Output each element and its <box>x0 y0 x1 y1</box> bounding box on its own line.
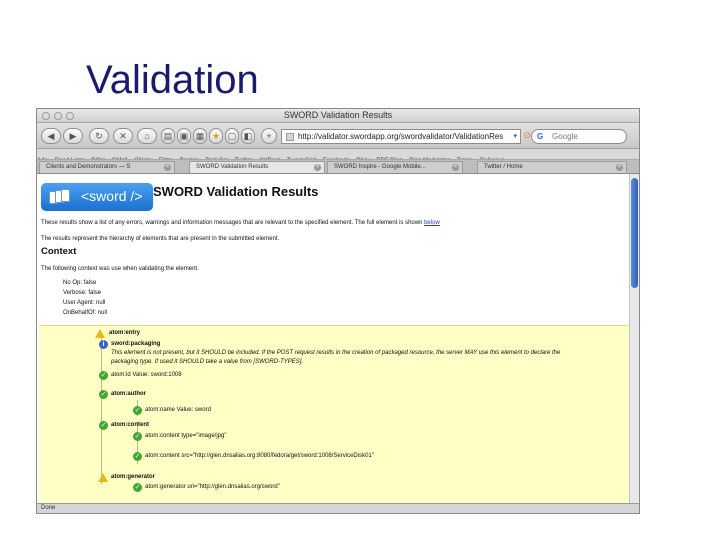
tab-validation-results[interactable]: SWORD Validation Results × <box>189 161 325 173</box>
context-item: Verbose: false <box>63 290 102 296</box>
check-icon: ✓ <box>133 406 142 415</box>
search-placeholder: Google <box>552 132 578 141</box>
close-tab-icon[interactable]: × <box>314 164 321 171</box>
page-button[interactable]: ▢ <box>225 128 239 144</box>
node-atom-author[interactable]: atom:author <box>111 391 146 397</box>
home-button[interactable]: ⌂ <box>137 128 157 144</box>
stop-button[interactable]: ✕ <box>113 128 133 144</box>
node-generator-uri[interactable]: atom:generator uri="http://glen.dnsalias… <box>145 484 280 490</box>
puzzle-icon: ◧ <box>243 131 253 141</box>
validation-results-panel: atom:entry i sword:packaging This elemen… <box>39 325 629 505</box>
grid-icon: ▦ <box>195 131 205 141</box>
slide-title: Validation <box>86 58 259 102</box>
stop-icon: ✕ <box>119 131 127 141</box>
bookmark-book-icon: ▤ <box>163 131 173 141</box>
forward-button[interactable]: ▶ <box>63 128 83 144</box>
tab-sword-inspire[interactable]: SWORD Inspire - Google Mobile... × <box>327 161 463 173</box>
bookmarks-bar: AdeRead LaterDCalGMailGNoteEbbaBostonDoK… <box>37 149 639 160</box>
reload-button[interactable]: ↻ <box>89 128 109 144</box>
navigation-toolbar: ◀ ▶ ↻ ✕ ⌂ ▤ ▣ ▦ ★ ▢ ◧ + http://validator… <box>37 123 639 149</box>
page-content: <sword /> SWORD Validation Results These… <box>37 174 631 505</box>
forward-arrow-icon: ▶ <box>69 131 77 141</box>
search-input[interactable]: G Google <box>531 129 627 144</box>
star-icon: ★ <box>211 131 221 141</box>
google-search-icon: G <box>537 132 544 141</box>
hierarchy-text: The results represent the hierarchy of e… <box>41 236 280 242</box>
page-heading: SWORD Validation Results <box>153 184 319 199</box>
url-dropdown-icon[interactable]: ▾ <box>513 130 517 143</box>
browser-window: SWORD Validation Results ◀ ▶ ↻ ✕ ⌂ ▤ ▣ ▦… <box>36 108 640 514</box>
close-tab-icon[interactable]: × <box>452 164 459 171</box>
reload-icon: ↻ <box>95 131 103 141</box>
intro-paragraph: These results show a list of any errors,… <box>41 220 440 226</box>
node-atom-entry[interactable]: atom:entry <box>109 330 140 336</box>
tab-label: SWORD Inspire - Google Mobile... <box>334 164 426 170</box>
back-button[interactable]: ◀ <box>41 128 61 144</box>
tab-label: SWORD Validation Results <box>196 164 269 170</box>
page-icon: ▢ <box>227 131 237 141</box>
tabs-grid-button[interactable]: ▦ <box>193 128 207 144</box>
warning-icon <box>95 329 105 338</box>
tab-twitter-home[interactable]: Twitter / Home × <box>477 161 627 173</box>
url-text: http://validator.swordapp.org/swordvalid… <box>298 132 504 141</box>
context-item: No Op: false <box>63 280 97 286</box>
back-arrow-icon: ◀ <box>47 131 55 141</box>
info-icon: i <box>99 340 108 349</box>
intro-text: These results show a list of any errors,… <box>41 220 423 226</box>
site-favicon-icon <box>286 133 294 141</box>
node-atom-id[interactable]: atom:id Value: sword:1008 <box>111 372 182 378</box>
node-atom-content[interactable]: atom:content <box>111 422 149 428</box>
context-heading: Context <box>41 246 77 257</box>
node-content-src[interactable]: atom:content src="http://glen.dnsalias.o… <box>145 453 374 459</box>
sword-logo: <sword /> <box>41 183 153 211</box>
packaging-message: This element is not present, but it SHOU… <box>111 350 561 356</box>
scrollbar-thumb[interactable] <box>631 178 638 288</box>
check-icon: ✓ <box>99 371 108 380</box>
node-atom-name[interactable]: atom:name Value: sword <box>145 407 211 413</box>
bookmarks-button[interactable]: ▤ <box>161 128 175 144</box>
node-content-type[interactable]: atom:content type="image/jpg" <box>145 433 226 439</box>
add-bookmark-button[interactable]: + <box>261 128 277 144</box>
node-sword-packaging[interactable]: sword:packaging <box>111 341 160 347</box>
vertical-scrollbar[interactable] <box>629 174 639 505</box>
download-icon: ▣ <box>179 131 189 141</box>
status-text: Done <box>41 505 56 511</box>
check-icon: ✓ <box>133 452 142 461</box>
context-item: OnBehalfOf: null <box>63 310 108 316</box>
check-icon: ✓ <box>99 421 108 430</box>
below-link[interactable]: below <box>424 220 440 226</box>
logo-text: <sword /> <box>81 188 143 204</box>
plus-icon: + <box>266 131 272 141</box>
warning-icon <box>98 473 108 482</box>
documents-icon <box>49 189 75 205</box>
context-intro: The following context was use when valid… <box>41 266 199 272</box>
packaging-message: packaging type. If used it SHOULD take a… <box>111 359 304 365</box>
context-item: User Agent: null <box>63 300 106 306</box>
rss-button[interactable]: ⊙ <box>523 128 531 144</box>
check-icon: ✓ <box>133 483 142 492</box>
close-tab-icon[interactable]: × <box>164 164 171 171</box>
check-icon: ✓ <box>133 432 142 441</box>
close-tab-icon[interactable]: × <box>616 164 623 171</box>
home-icon: ⌂ <box>144 131 150 141</box>
check-icon: ✓ <box>99 390 108 399</box>
tab-bar: Clients and Demonstrators — S × SWORD Va… <box>37 160 639 174</box>
node-atom-generator[interactable]: atom:generator <box>111 474 155 480</box>
favorite-button[interactable]: ★ <box>209 128 223 144</box>
downloads-button[interactable]: ▣ <box>177 128 191 144</box>
url-input[interactable]: http://validator.swordapp.org/swordvalid… <box>281 129 521 144</box>
title-bar: SWORD Validation Results <box>37 109 639 123</box>
tab-label: Clients and Demonstrators — S <box>46 164 131 170</box>
extension-button[interactable]: ◧ <box>241 128 255 144</box>
rss-icon: ⊙ <box>523 130 531 140</box>
window-title: SWORD Validation Results <box>283 110 393 120</box>
tab-clients-demonstrators[interactable]: Clients and Demonstrators — S × <box>39 161 175 173</box>
tab-label: Twitter / Home <box>484 164 523 170</box>
status-bar: Done <box>37 503 639 513</box>
